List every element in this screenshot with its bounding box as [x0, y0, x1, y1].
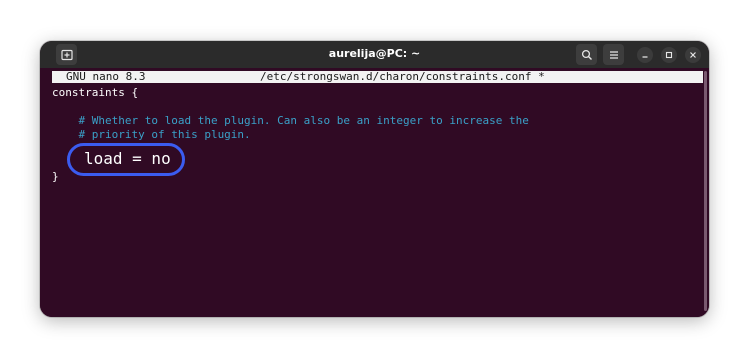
- close-button[interactable]: [685, 47, 701, 63]
- close-icon: [690, 52, 696, 58]
- nano-version: GNU nano 8.3: [66, 70, 146, 83]
- minimize-button[interactable]: [637, 47, 653, 63]
- nano-header-bar: GNU nano 8.3 /etc/strongswan.d/charon/co…: [52, 70, 703, 83]
- search-button[interactable]: [576, 44, 597, 65]
- menu-button[interactable]: [603, 44, 624, 65]
- nano-filename: /etc/strongswan.d/charon/constraints.con…: [260, 70, 545, 83]
- code-line-close-brace: }: [52, 170, 59, 183]
- code-line-constraints: constraints {: [52, 86, 139, 99]
- code-comment-line-1: # Whether to load the plugin. Can also b…: [52, 114, 529, 127]
- scrollbar[interactable]: [704, 71, 707, 311]
- maximize-icon: [665, 51, 673, 59]
- title-bar: aurelija@PC: ~: [40, 41, 709, 68]
- code-comment-line-2: # priority of this plugin.: [52, 128, 251, 141]
- search-icon: [581, 49, 592, 60]
- hamburger-menu-icon: [609, 50, 618, 59]
- minimize-icon: [642, 56, 648, 58]
- terminal-window: aurelija@PC: ~ GNU nano 8.3 /etc/strongs…: [40, 41, 709, 317]
- maximize-button[interactable]: [661, 47, 677, 63]
- terminal-area[interactable]: GNU nano 8.3 /etc/strongswan.d/charon/co…: [40, 68, 709, 317]
- code-line-load-setting: load = no: [84, 149, 171, 168]
